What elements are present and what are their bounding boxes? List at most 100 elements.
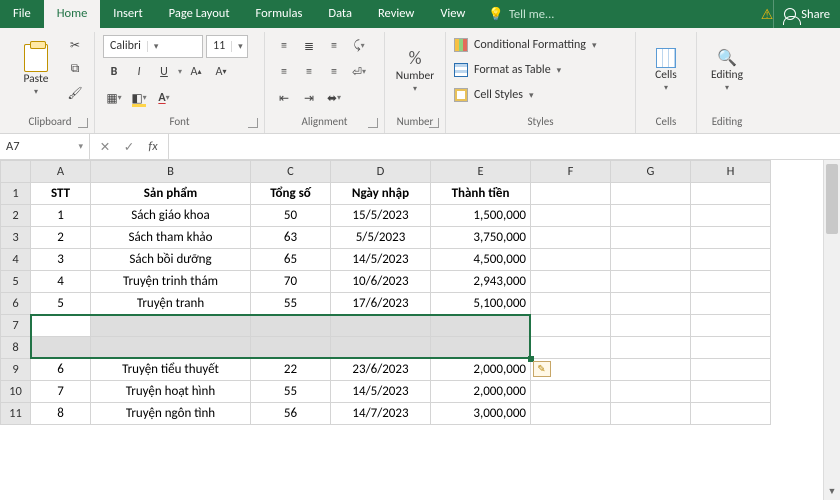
align-middle-button[interactable]: ≣ <box>298 35 320 57</box>
font-name-select[interactable]: Calibri▾ <box>103 35 203 58</box>
select-all-corner[interactable] <box>1 161 31 183</box>
cell[interactable]: 1 <box>31 205 91 227</box>
cell[interactable]: Truyện hoạt hình <box>91 381 251 403</box>
cell[interactable]: 55 <box>251 381 331 403</box>
copy-button[interactable]: ⧉ <box>64 58 86 80</box>
cell[interactable]: 23/6/2023 <box>331 359 431 381</box>
editing-button[interactable]: 🔍Editing▾ <box>705 34 749 106</box>
cell[interactable]: 65 <box>251 249 331 271</box>
cell[interactable]: 8 <box>31 403 91 425</box>
cell[interactable] <box>531 205 611 227</box>
cell[interactable]: 70 <box>251 271 331 293</box>
cell[interactable] <box>691 227 771 249</box>
row-header[interactable]: 4 <box>1 249 31 271</box>
col-header-H[interactable]: H <box>691 161 771 183</box>
cell[interactable] <box>691 205 771 227</box>
cell[interactable]: 2,943,000 <box>431 271 531 293</box>
cell[interactable]: 55 <box>251 293 331 315</box>
cell[interactable]: 14/7/2023 <box>331 403 431 425</box>
cell[interactable]: Ngày nhập <box>331 183 431 205</box>
cell[interactable]: 10/6/2023 <box>331 271 431 293</box>
align-bottom-button[interactable]: ≡ <box>323 35 345 57</box>
cell[interactable]: 7 <box>31 381 91 403</box>
cell[interactable] <box>691 359 771 381</box>
cell[interactable] <box>611 359 691 381</box>
number-format-button[interactable]: % Number▾ <box>393 34 437 106</box>
font-size-select[interactable]: 11▾ <box>206 35 248 58</box>
shrink-font-button[interactable]: A▾ <box>210 61 232 83</box>
cell[interactable] <box>611 293 691 315</box>
insert-options-button[interactable]: ✎ <box>533 361 551 377</box>
decrease-indent-button[interactable]: ⇤ <box>273 87 295 109</box>
orientation-button[interactable]: ⤹▾ <box>348 35 370 57</box>
warning-icon[interactable]: ⚠ <box>761 6 774 23</box>
col-header-B[interactable]: B <box>91 161 251 183</box>
scroll-down-arrow[interactable]: ▼ <box>824 484 840 500</box>
col-header-G[interactable]: G <box>611 161 691 183</box>
cell[interactable] <box>611 381 691 403</box>
row-header[interactable]: 10 <box>1 381 31 403</box>
cell[interactable] <box>611 183 691 205</box>
cell[interactable] <box>251 337 331 359</box>
tab-file[interactable]: File <box>0 0 44 28</box>
col-header-D[interactable]: D <box>331 161 431 183</box>
enter-formula-button[interactable]: ✓ <box>118 139 140 155</box>
increase-indent-button[interactable]: ⇥ <box>298 87 320 109</box>
cell[interactable]: 5,100,000 <box>431 293 531 315</box>
cell[interactable] <box>611 403 691 425</box>
cell[interactable]: 15/5/2023 <box>331 205 431 227</box>
name-box[interactable]: A7▾ <box>0 134 90 159</box>
cell[interactable]: 14/5/2023 <box>331 249 431 271</box>
cell[interactable]: 3 <box>31 249 91 271</box>
cell[interactable] <box>611 205 691 227</box>
cell[interactable] <box>431 337 531 359</box>
grow-font-button[interactable]: A▴ <box>185 61 207 83</box>
font-launcher[interactable] <box>248 118 258 128</box>
cell[interactable]: Sách giáo khoa <box>91 205 251 227</box>
col-header-E[interactable]: E <box>431 161 531 183</box>
cell[interactable] <box>91 315 251 337</box>
cell[interactable] <box>691 403 771 425</box>
cell[interactable]: Truyện tiểu thuyết <box>91 359 251 381</box>
row-header[interactable]: 6 <box>1 293 31 315</box>
cell[interactable]: Truyện ngôn tình <box>91 403 251 425</box>
row-header[interactable]: 3 <box>1 227 31 249</box>
borders-button[interactable]: ▦▾ <box>103 87 125 109</box>
row-header[interactable]: 1 <box>1 183 31 205</box>
cell[interactable] <box>531 227 611 249</box>
align-center-button[interactable]: ≡ <box>298 61 320 83</box>
cell[interactable]: Sách tham khảo <box>91 227 251 249</box>
cell[interactable]: 22 <box>251 359 331 381</box>
cell[interactable] <box>431 315 531 337</box>
cell[interactable] <box>251 315 331 337</box>
cell[interactable] <box>531 183 611 205</box>
cell[interactable]: 3,000,000 <box>431 403 531 425</box>
cell[interactable]: Truyện tranh <box>91 293 251 315</box>
share-button[interactable]: Share <box>773 0 840 28</box>
cell[interactable]: Tổng số <box>251 183 331 205</box>
cell[interactable]: Sách bồi dưỡng <box>91 249 251 271</box>
cell[interactable] <box>691 337 771 359</box>
cell[interactable]: 2,000,000 <box>431 359 531 381</box>
cell[interactable]: 2,000,000 <box>431 381 531 403</box>
tab-page-layout[interactable]: Page Layout <box>156 0 243 28</box>
cell[interactable] <box>691 271 771 293</box>
cell[interactable]: 5/5/2023 <box>331 227 431 249</box>
cell[interactable]: STT <box>31 183 91 205</box>
row-header[interactable]: 5 <box>1 271 31 293</box>
cell[interactable] <box>531 337 611 359</box>
cell[interactable] <box>691 315 771 337</box>
col-header-F[interactable]: F <box>531 161 611 183</box>
number-launcher[interactable] <box>429 118 439 128</box>
cell[interactable] <box>531 403 611 425</box>
paste-button[interactable]: Paste▾ <box>14 34 58 106</box>
cut-button[interactable]: ✂ <box>64 34 86 56</box>
cell[interactable] <box>531 271 611 293</box>
clipboard-launcher[interactable] <box>78 118 88 128</box>
row-header[interactable]: 11 <box>1 403 31 425</box>
cell[interactable]: Thành tiền <box>431 183 531 205</box>
cell[interactable]: 50 <box>251 205 331 227</box>
alignment-launcher[interactable] <box>368 118 378 128</box>
cell-styles-button[interactable]: Cell Styles▾ <box>454 84 596 106</box>
wrap-text-button[interactable]: ⏎▾ <box>348 61 370 83</box>
